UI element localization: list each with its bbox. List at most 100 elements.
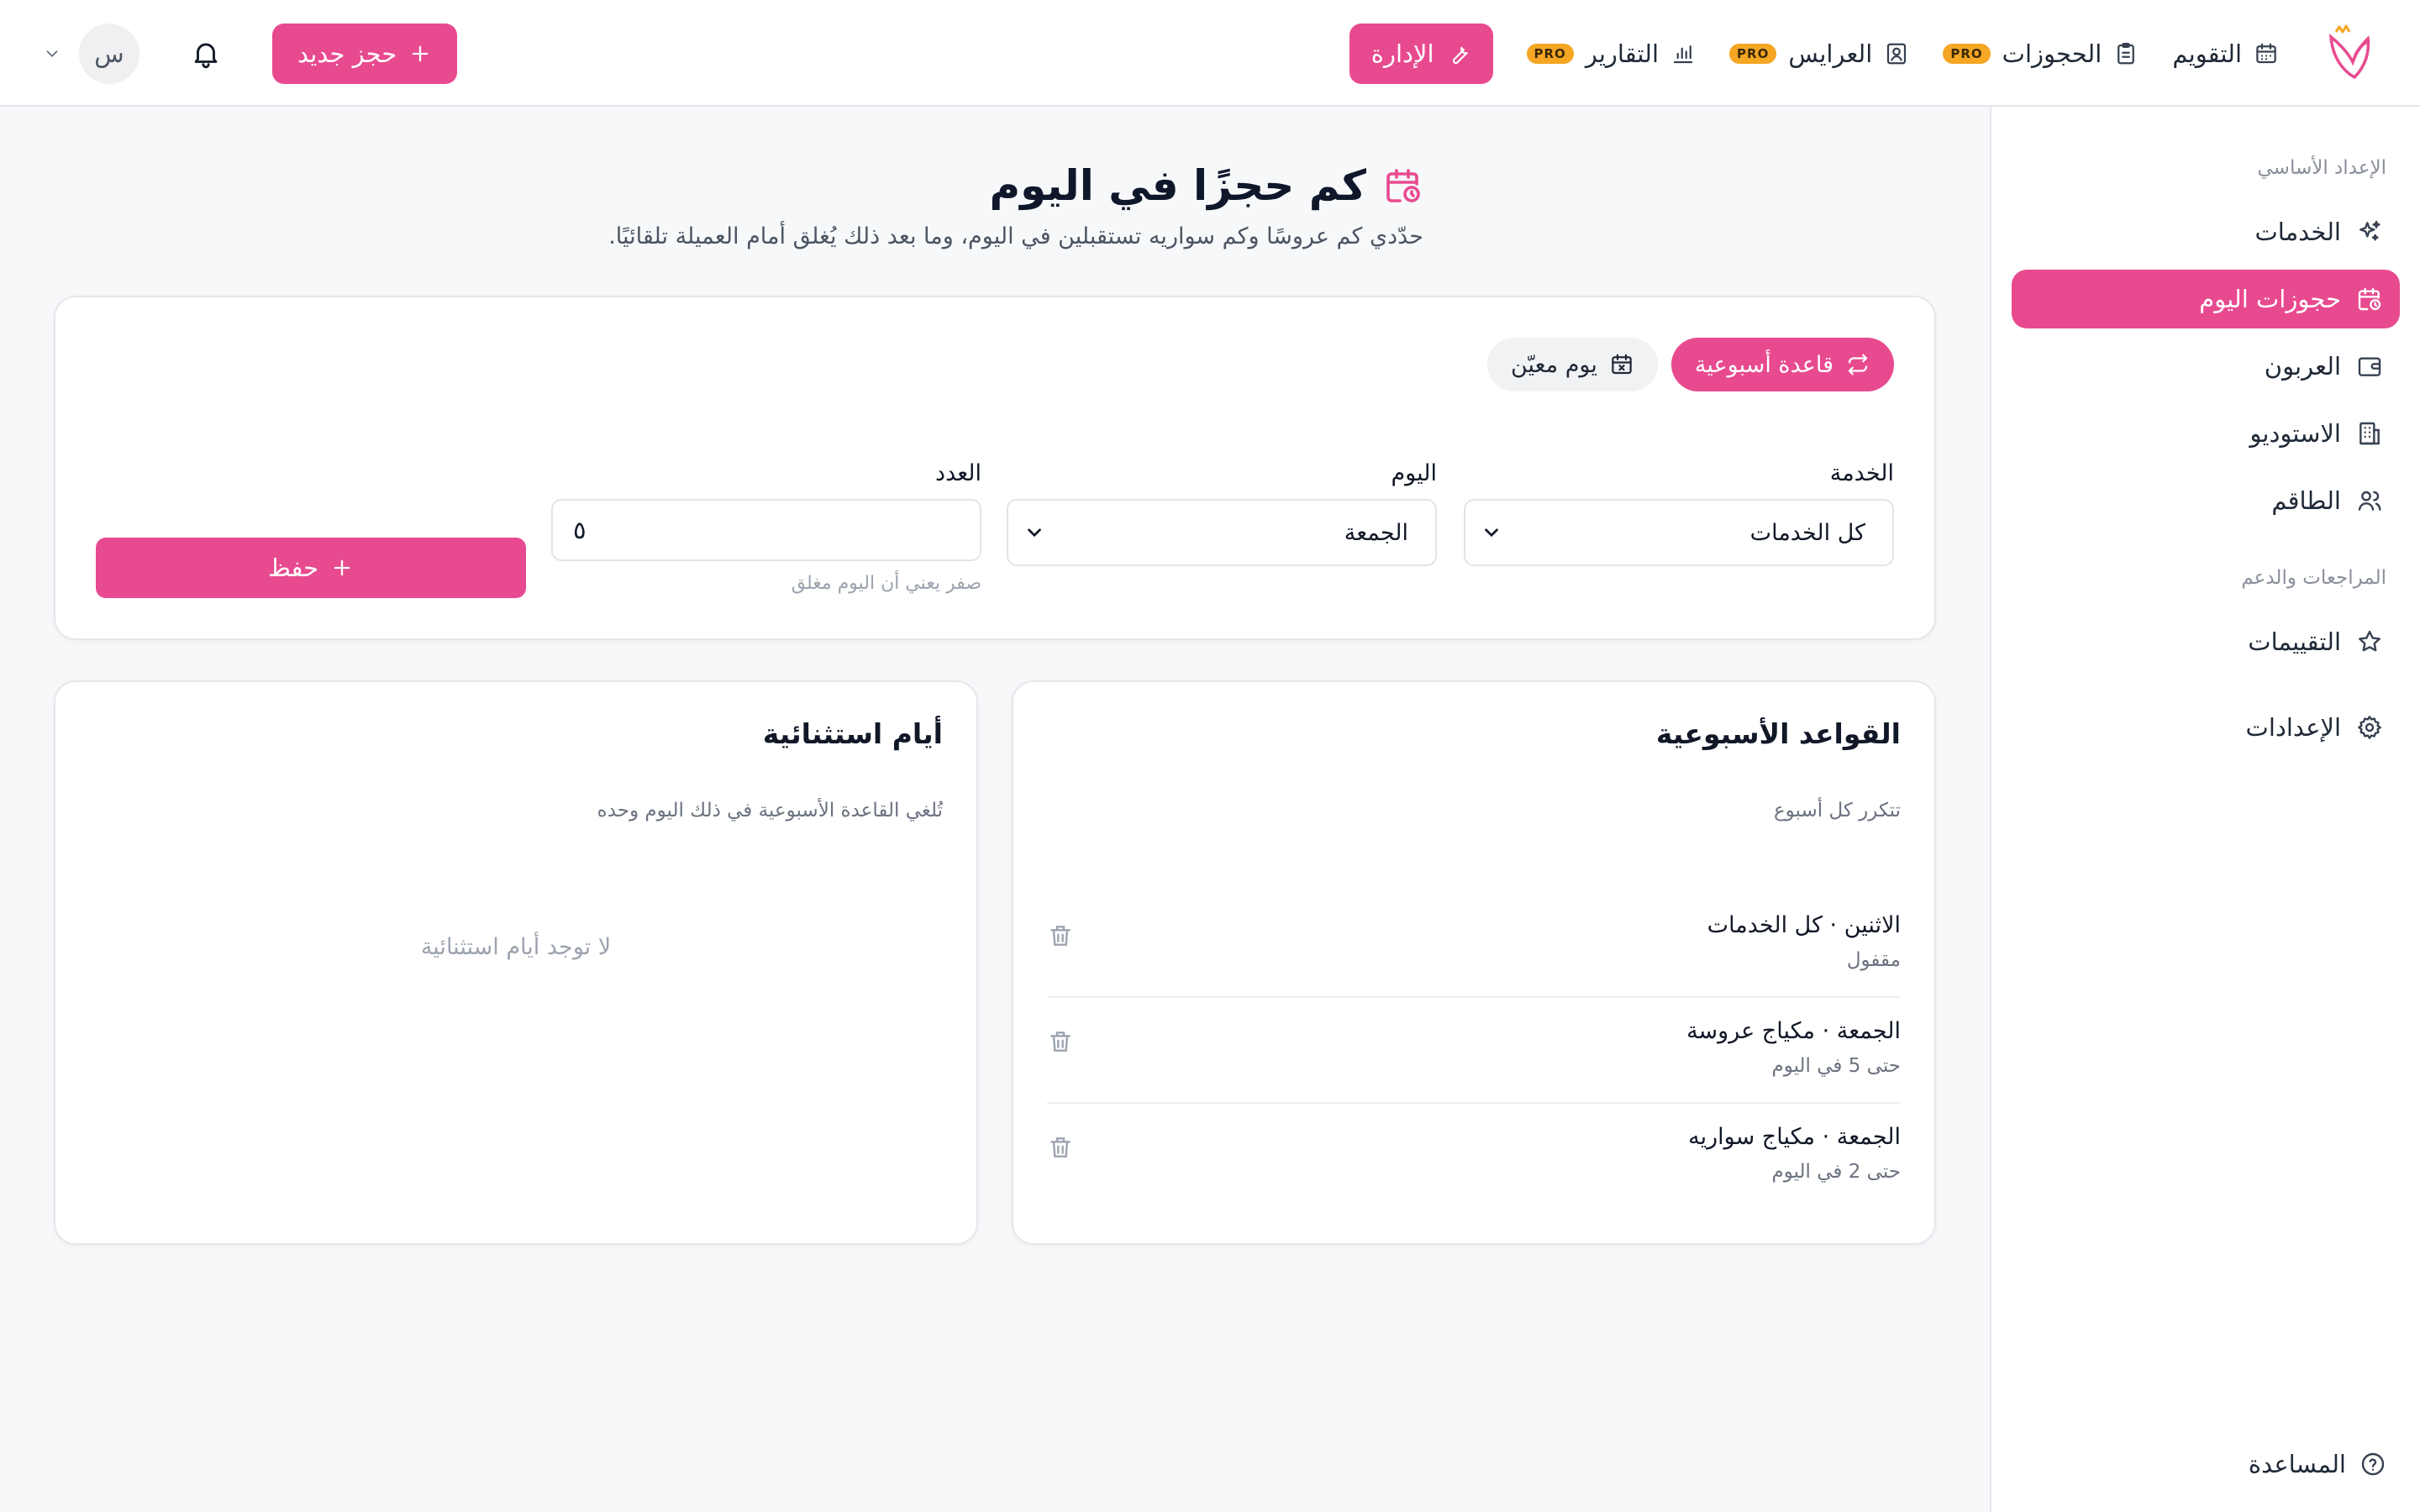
empty-state-text: لا توجد أيام استثنائية bbox=[420, 934, 612, 960]
exception-days-title: أيام استثنائية bbox=[762, 717, 943, 750]
notifications-bell-icon[interactable] bbox=[190, 38, 222, 70]
account-menu-toggle[interactable] bbox=[34, 35, 71, 72]
sidebar-item-label: التقييمات bbox=[2248, 627, 2341, 656]
star-icon bbox=[2356, 628, 2383, 655]
avatar[interactable]: س bbox=[79, 24, 139, 84]
wallet-icon bbox=[2356, 353, 2383, 380]
sidebar: الإعداد الأساسي الخدمات حجوزات اليوم الع… bbox=[1990, 107, 2420, 1512]
weekly-rules-title: القواعد الأسبوعية bbox=[1655, 717, 1901, 750]
delete-rule-button[interactable] bbox=[1047, 1134, 1074, 1161]
plus-icon bbox=[408, 42, 432, 66]
sidebar-item-label: حجوزات اليوم bbox=[2199, 285, 2341, 313]
new-booking-button[interactable]: حجز جديد bbox=[272, 24, 458, 84]
rule-title: الجمعة · مكياج عروسة bbox=[1686, 1018, 1901, 1044]
nav-calendar[interactable]: التقويم bbox=[2172, 39, 2279, 68]
nav-bookings[interactable]: الحجوزات PRO bbox=[1943, 39, 2139, 68]
nav-brides[interactable]: العرايس PRO bbox=[1729, 39, 1909, 68]
rule-row: الجمعة · مكياج عروسة حتى 5 في اليوم bbox=[1047, 998, 1901, 1104]
sidebar-item-label: الخدمات bbox=[2254, 218, 2341, 246]
top-bar: التقويم الحجوزات PRO العرايس PRO التقاري… bbox=[0, 0, 2420, 107]
chevron-down-icon bbox=[1023, 522, 1045, 543]
chevron-down-icon bbox=[43, 45, 61, 63]
rule-row: الجمعة · مكياج سواريه حتى 2 في اليوم bbox=[1047, 1104, 1901, 1210]
save-button-label: حفظ bbox=[267, 554, 319, 582]
nav-bookings-label: الحجوزات bbox=[2002, 39, 2102, 68]
count-input[interactable]: ٥ bbox=[551, 499, 981, 561]
specific-day-tab[interactable]: يوم معيّن bbox=[1486, 338, 1658, 391]
gear-icon bbox=[2356, 714, 2383, 741]
service-field-label: الخدمة bbox=[1829, 460, 1894, 486]
daily-limit-form-card: قاعدة أسبوعية يوم معيّن الخدمة كل الخدما… bbox=[54, 296, 1936, 640]
wrench-icon bbox=[1446, 41, 1471, 66]
users-icon bbox=[2356, 487, 2383, 514]
weekly-rule-tab[interactable]: قاعدة أسبوعية bbox=[1670, 338, 1894, 391]
pro-badge: PRO bbox=[1526, 44, 1574, 64]
sidebar-item-daily-bookings[interactable]: حجوزات اليوم bbox=[2012, 270, 2400, 328]
weekly-rules-subtitle: تتكرر كل أسبوع bbox=[1773, 800, 1901, 822]
nav-reports-label: التقارير bbox=[1585, 39, 1660, 68]
chevron-down-icon bbox=[1481, 522, 1502, 543]
page-subtitle: حدّدي كم عروسًا وكم سواريه تستقبلين في ا… bbox=[608, 223, 1423, 249]
brand-logo[interactable] bbox=[2321, 24, 2378, 84]
trash-icon bbox=[1050, 1032, 1071, 1052]
exception-days-card: أيام استثنائية تُلغي القاعدة الأسبوعية ف… bbox=[54, 680, 978, 1245]
service-select[interactable]: كل الخدمات bbox=[1464, 499, 1894, 566]
sidebar-item-settings[interactable]: الإعدادات bbox=[2012, 698, 2400, 757]
sidebar-section-basic: الإعداد الأساسي bbox=[2257, 157, 2386, 179]
main-nav: التقويم الحجوزات PRO العرايس PRO التقاري… bbox=[1349, 24, 2279, 84]
pro-badge: PRO bbox=[1943, 44, 1991, 64]
save-button[interactable]: حفظ bbox=[96, 538, 526, 598]
rule-row: الاثنين · كل الخدمات مقفول bbox=[1047, 892, 1901, 998]
trash-icon bbox=[1050, 926, 1071, 946]
sidebar-item-deposit[interactable]: العربون bbox=[2012, 337, 2400, 396]
service-select-value: كل الخدمات bbox=[1749, 519, 1865, 546]
delete-rule-button[interactable] bbox=[1047, 922, 1074, 949]
rule-title: الاثنين · كل الخدمات bbox=[1707, 912, 1901, 938]
rule-title: الجمعة · مكياج سواريه bbox=[1688, 1124, 1901, 1150]
new-booking-label: حجز جديد bbox=[297, 39, 397, 68]
page-header: كم حجزًا في اليوم bbox=[990, 161, 1423, 210]
sidebar-item-studio[interactable]: الاستوديو bbox=[2012, 404, 2400, 463]
bar-chart-icon bbox=[1670, 41, 1696, 66]
sidebar-item-reviews[interactable]: التقييمات bbox=[2012, 612, 2400, 671]
sidebar-section-support: المراجعات والدعم bbox=[2241, 567, 2386, 589]
building-icon bbox=[2356, 420, 2383, 447]
help-circle-icon bbox=[2360, 1451, 2386, 1478]
sidebar-item-services[interactable]: الخدمات bbox=[2012, 202, 2400, 261]
help-link[interactable]: المساعدة bbox=[2249, 1450, 2386, 1478]
specific-day-label: يوم معيّن bbox=[1510, 351, 1597, 378]
day-field-label: اليوم bbox=[1391, 460, 1437, 486]
calendar-clock-icon bbox=[1383, 165, 1423, 206]
sidebar-item-label: الإعدادات bbox=[2245, 713, 2341, 742]
nav-calendar-label: التقويم bbox=[2172, 39, 2242, 68]
pro-badge: PRO bbox=[1729, 44, 1777, 64]
admin-button[interactable]: الإدارة bbox=[1349, 24, 1493, 84]
page-title: كم حجزًا في اليوم bbox=[989, 161, 1366, 210]
weekly-rules-card: القواعد الأسبوعية تتكرر كل أسبوع الاثنين… bbox=[1012, 680, 1936, 1245]
rule-meta: مقفول bbox=[1846, 949, 1901, 971]
repeat-icon bbox=[1845, 352, 1870, 377]
nav-brides-label: العرايس bbox=[1788, 39, 1873, 68]
calendar-x-icon bbox=[1609, 352, 1634, 377]
calendar-clock-icon bbox=[2356, 286, 2383, 312]
help-label: المساعدة bbox=[2248, 1450, 2346, 1478]
exception-days-subtitle: تُلغي القاعدة الأسبوعية في ذلك اليوم وحد… bbox=[597, 800, 943, 822]
sidebar-item-label: الطاقم bbox=[2271, 486, 2341, 515]
sidebar-item-label: العربون bbox=[2264, 352, 2341, 381]
weekly-rule-label: قاعدة أسبوعية bbox=[1694, 351, 1833, 378]
count-hint: صفر يعني أن اليوم مغلق bbox=[791, 573, 981, 594]
nav-reports[interactable]: التقارير PRO bbox=[1526, 39, 1697, 68]
topbar-actions: س حجز جديد bbox=[34, 24, 458, 84]
day-select[interactable]: الجمعة bbox=[1007, 499, 1437, 566]
rule-meta: حتى 2 في اليوم bbox=[1771, 1161, 1901, 1183]
delete-rule-button[interactable] bbox=[1047, 1028, 1074, 1055]
contact-card-icon bbox=[1884, 41, 1909, 66]
plus-icon bbox=[330, 556, 354, 580]
sparkles-icon bbox=[2356, 218, 2383, 245]
count-input-value: ٥ bbox=[573, 516, 587, 544]
sidebar-item-staff[interactable]: الطاقم bbox=[2012, 471, 2400, 530]
calendar-icon bbox=[2254, 41, 2279, 66]
rule-meta: حتى 5 في اليوم bbox=[1771, 1055, 1901, 1077]
sidebar-item-label: الاستوديو bbox=[2249, 419, 2341, 448]
clipboard-icon bbox=[2113, 41, 2139, 66]
